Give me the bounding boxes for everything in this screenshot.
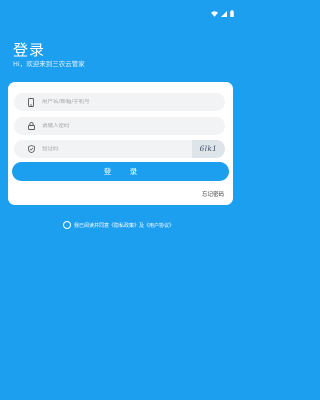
agreement-row: 我已阅读并同意 《隐私政策》 及 《用户协议》 (63, 221, 174, 229)
lock-icon (24, 122, 38, 130)
welcome-subtitle: Hi，欢迎来到三农云管家 (13, 60, 85, 68)
signal-icon (221, 2, 227, 21)
privacy-policy-link[interactable]: 《隐私政策》 (109, 222, 139, 229)
agreement-radio[interactable] (63, 221, 71, 229)
page-title: 登录 (13, 41, 46, 59)
password-field[interactable] (14, 117, 225, 135)
battery-icon (230, 2, 234, 21)
status-bar (0, 0, 240, 17)
status-icons (211, 2, 234, 21)
password-input[interactable] (42, 123, 162, 129)
forgot-password-link[interactable]: 忘记密码 (202, 190, 224, 198)
username-input[interactable] (42, 99, 162, 105)
captcha-image[interactable]: 6lk1 (192, 140, 225, 158)
agreement-prefix: 我已阅读并同意 (74, 222, 110, 229)
captcha-field[interactable]: 6lk1 (14, 140, 225, 158)
phone-icon (24, 97, 38, 107)
login-card: 6lk1 登 录 忘记密码 (8, 82, 233, 205)
shield-icon (24, 145, 38, 153)
login-button[interactable]: 登 录 (12, 162, 229, 181)
username-field[interactable] (14, 93, 225, 111)
wifi-icon (211, 2, 218, 21)
captcha-input[interactable] (42, 146, 162, 152)
user-agreement-link[interactable]: 《用户协议》 (144, 222, 174, 229)
